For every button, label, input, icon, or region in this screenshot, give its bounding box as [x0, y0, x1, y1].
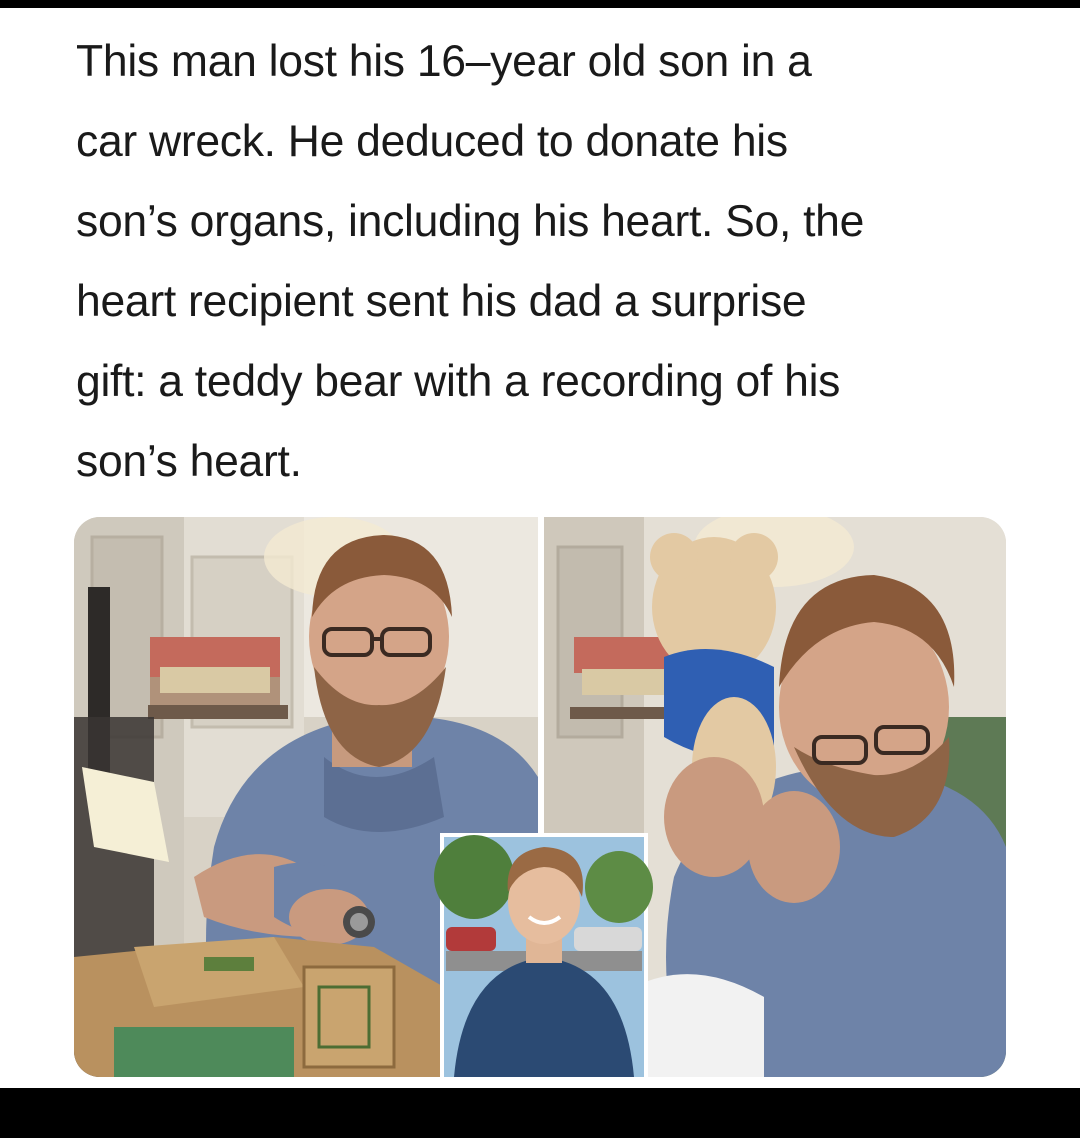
caption-line: This man lost his 16–year old son in a — [76, 37, 812, 86]
caption-text: This man lost his 16–year old son in a c… — [76, 22, 1036, 502]
caption-line: son’s heart. — [76, 437, 302, 486]
photo-inset-son-portrait — [434, 833, 653, 1077]
caption-line: heart recipient sent his dad a surprise — [76, 277, 807, 326]
caption-line: son’s organs, including his heart. So, t… — [76, 197, 865, 246]
caption-line: gift: a teddy bear with a recording of h… — [76, 357, 841, 406]
photo-collage — [74, 517, 1006, 1077]
bottom-black-bar — [0, 1088, 1080, 1138]
caption-line: car wreck. He deduced to donate his — [76, 117, 788, 166]
photo-collage-illustration — [74, 517, 1006, 1077]
